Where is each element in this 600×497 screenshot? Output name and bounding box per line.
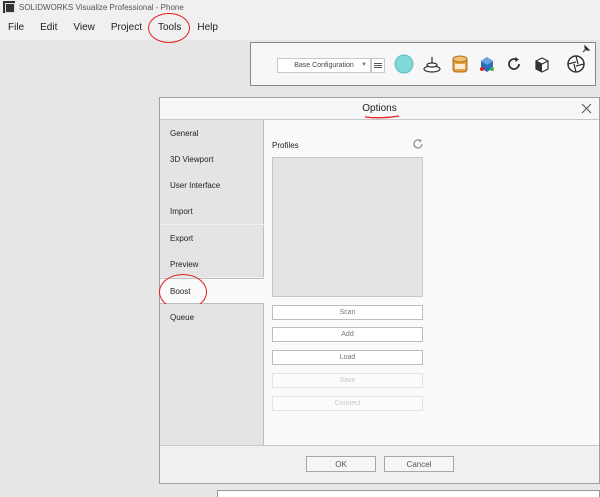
background-panel-edge [217,490,600,497]
profiles-list[interactable] [272,157,423,297]
nav-label: Export [170,233,194,243]
nav-import[interactable]: Import [160,198,264,224]
nav-label: User Interface [170,180,221,190]
nav-label: 3D Viewport [170,154,214,164]
refresh-icon[interactable] [503,53,525,75]
nav-boost[interactable]: Boost [159,274,264,310]
scan-button[interactable]: Scan [272,305,423,320]
options-dialog: Options General 3D Viewport User Interfa… [159,97,600,484]
nav-label: General [170,128,199,138]
window-title: SOLIDWORKS Visualize Professional - Phon… [19,2,184,12]
configuration-dropdown[interactable]: Base Configuration ▼ [277,58,371,73]
nav-export[interactable]: Export [160,225,264,251]
profiles-label: Profiles [272,141,299,150]
nav-empty-area [160,330,264,445]
chevron-down-icon: ▼ [361,62,367,68]
nav-label: Queue [170,312,195,322]
menu-view[interactable]: View [65,22,103,33]
menu-tools[interactable]: Tools [147,12,191,43]
solidworks-app-icon [3,1,15,13]
menu-edit[interactable]: Edit [32,22,65,33]
nav-user-interface[interactable]: User Interface [160,172,264,198]
ok-button[interactable]: OK [306,456,376,472]
product-icon[interactable] [476,53,498,75]
options-nav: General 3D Viewport User Interface Impor… [159,120,264,445]
nav-label: Import [170,206,193,216]
dialog-title: Options [362,103,397,114]
connect-button: Connect [272,396,423,411]
nav-label: Boost [170,286,191,296]
load-button[interactable]: Load [272,350,423,365]
dialog-footer: OK Cancel [160,445,599,483]
nav-preview[interactable]: Preview [160,251,264,277]
nav-label: Preview [170,259,199,269]
main-toolbar: Base Configuration ▼ [250,42,596,86]
cancel-button[interactable]: Cancel [384,456,454,472]
pin-icon[interactable] [581,44,591,54]
nav-general[interactable]: General [160,120,264,146]
menu-bar: File Edit View Project Tools Help [0,12,600,43]
render-icon[interactable] [565,53,587,75]
dialog-header: Options [160,98,599,120]
configuration-value: Base Configuration [294,62,354,69]
save-button: Save [272,373,423,388]
configuration-list-button[interactable] [371,58,385,73]
window-title-bar: SOLIDWORKS Visualize Professional - Phon… [0,0,600,14]
nav-queue[interactable]: Queue [160,304,264,330]
boost-panel: Profiles Scan Add Load Save Connect [264,120,599,445]
appearance-icon[interactable] [393,53,415,75]
title-annotation-underline [364,115,400,119]
refresh-profiles-icon[interactable] [412,138,424,150]
add-button[interactable]: Add [272,327,423,342]
camera-icon[interactable] [449,53,471,75]
menu-project[interactable]: Project [103,22,150,33]
menu-help[interactable]: Help [189,22,226,33]
scene-icon[interactable] [421,53,443,75]
close-icon[interactable] [579,101,593,115]
nav-3d-viewport[interactable]: 3D Viewport [160,146,264,172]
cube-icon[interactable] [531,53,553,75]
menu-file[interactable]: File [0,22,32,33]
